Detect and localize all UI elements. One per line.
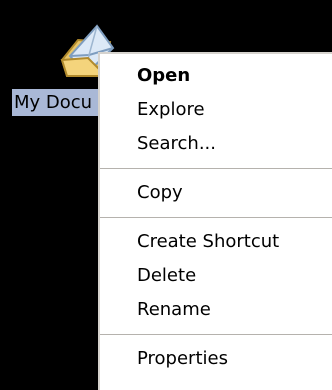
menu-item-search[interactable]: Search... [100,127,332,161]
menu-item-copy[interactable]: Copy [100,176,332,210]
menu-item-rename[interactable]: Rename [100,293,332,327]
menu-separator [100,217,332,218]
menu-separator [100,168,332,169]
context-menu: Open Explore Search... Copy Create Short… [98,52,332,390]
menu-separator [100,334,332,335]
menu-item-explore[interactable]: Explore [100,93,332,127]
menu-item-open[interactable]: Open [100,59,332,93]
menu-item-delete[interactable]: Delete [100,259,332,293]
menu-item-properties[interactable]: Properties [100,342,332,376]
menu-item-create-shortcut[interactable]: Create Shortcut [100,225,332,259]
